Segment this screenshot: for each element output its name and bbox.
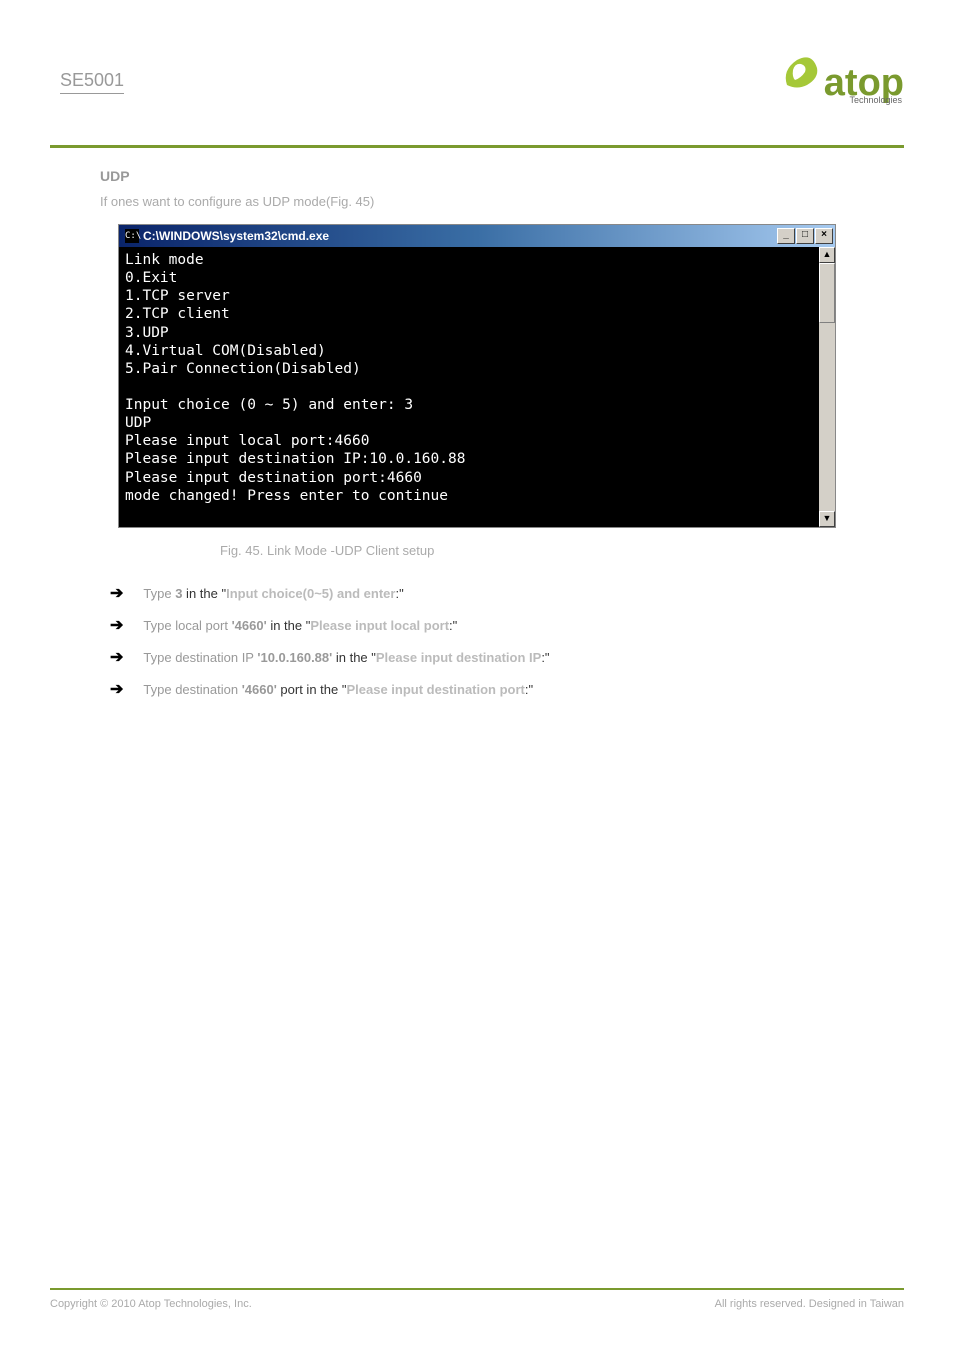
console-body: Link mode 0.Exit 1.TCP server 2.TCP clie… (119, 247, 835, 527)
arrow-icon: ➔ (110, 679, 123, 699)
instruction-text: Type local port '4660' in the "Please in… (143, 618, 854, 633)
scroll-thumb[interactable] (819, 263, 835, 323)
list-item: ➔ Type destination '4660' port in the "P… (110, 679, 854, 699)
footer-row: Copyright © 2010 Atop Technologies, Inc.… (50, 1298, 904, 1310)
instruction-text: Type 3 in the "Input choice(0~5) and ent… (143, 586, 854, 601)
window-title: C:\WINDOWS\system32\cmd.exe (143, 229, 777, 243)
section-heading: UDP (100, 168, 854, 184)
list-item: ➔ Type destination IP '10.0.160.88' in t… (110, 647, 854, 667)
intro-text: If ones want to configure as UDP mode(Fi… (100, 194, 854, 209)
copyright-text: Copyright © 2010 Atop Technologies, Inc. (50, 1298, 252, 1310)
window-controls: _ □ × (777, 228, 833, 244)
title-bar: C:\ C:\WINDOWS\system32\cmd.exe _ □ × (119, 225, 835, 247)
list-item: ➔ Type local port '4660' in the "Please … (110, 615, 854, 635)
vertical-scrollbar[interactable]: ▲ ▼ (819, 247, 835, 527)
minimize-button[interactable]: _ (777, 228, 795, 244)
cmd-window: C:\ C:\WINDOWS\system32\cmd.exe _ □ × Li… (118, 224, 836, 528)
main-content: UDP If ones want to configure as UDP mod… (50, 148, 904, 699)
swirl-icon (777, 50, 822, 95)
maximize-button[interactable]: □ (796, 228, 814, 244)
figure-caption: Fig. 45. Link Mode -UDP Client setup (100, 543, 854, 558)
arrow-icon: ➔ (110, 583, 123, 603)
instruction-text: Type destination '4660' port in the "Ple… (143, 682, 854, 697)
arrow-icon: ➔ (110, 647, 123, 667)
close-button[interactable]: × (815, 228, 833, 244)
list-item: ➔ Type 3 in the "Input choice(0~5) and e… (110, 583, 854, 603)
page-header: SE5001 atop Technologies (50, 60, 904, 140)
model-label: SE5001 (60, 70, 124, 94)
console-output: Link mode 0.Exit 1.TCP server 2.TCP clie… (119, 247, 819, 527)
instruction-text: Type destination IP '10.0.160.88' in the… (143, 650, 854, 665)
brand-logo: atop Technologies (777, 50, 904, 105)
footer-divider (50, 1288, 904, 1290)
scroll-down-button[interactable]: ▼ (819, 511, 835, 527)
rights-text: All rights reserved. Designed in Taiwan (715, 1298, 904, 1310)
page-footer: Copyright © 2010 Atop Technologies, Inc.… (50, 1288, 904, 1310)
instruction-list: ➔ Type 3 in the "Input choice(0~5) and e… (100, 583, 854, 699)
arrow-icon: ➔ (110, 615, 123, 635)
scroll-track[interactable] (819, 263, 835, 511)
cmd-icon: C:\ (125, 229, 139, 243)
logo-subtitle: Technologies (849, 95, 902, 105)
scroll-up-button[interactable]: ▲ (819, 247, 835, 263)
